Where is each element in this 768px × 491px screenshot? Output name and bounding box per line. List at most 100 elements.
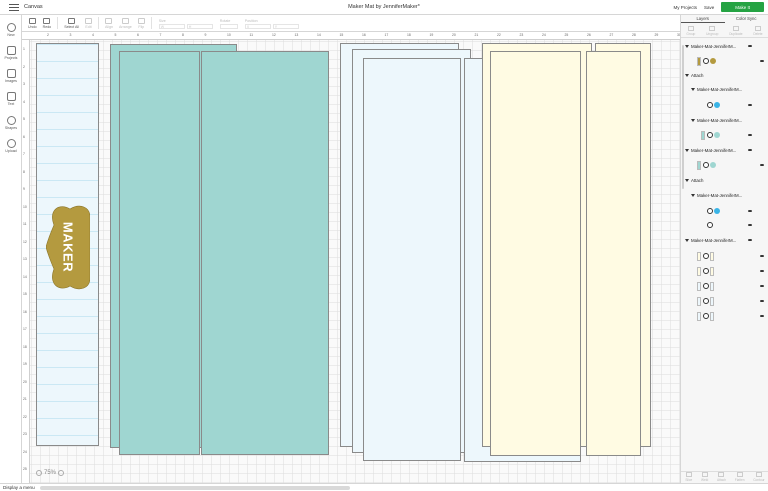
cream-panel-right[interactable] — [586, 51, 641, 456]
delete-button[interactable]: Delete — [753, 26, 763, 36]
arrange-button[interactable]: Arrange — [119, 18, 132, 29]
layer-item[interactable] — [697, 264, 768, 278]
ungroup-button[interactable]: Ungroup — [706, 26, 718, 36]
tab-layers[interactable]: Layers — [681, 15, 725, 23]
collapse-icon[interactable] — [685, 73, 689, 77]
layer-item[interactable] — [697, 249, 768, 263]
layer-group[interactable]: Maker-Mat-JenniferM... — [685, 41, 768, 51]
eye-icon[interactable] — [760, 314, 764, 318]
collapse-icon[interactable] — [685, 148, 689, 152]
horizontal-scrollbar[interactable] — [40, 486, 350, 490]
menu-icon[interactable] — [9, 3, 19, 11]
select-all-button[interactable]: Select All — [64, 18, 79, 29]
flip-button[interactable]: Flip — [137, 18, 145, 29]
sidebar-item-images[interactable]: Images — [0, 69, 22, 83]
zoom-out-icon[interactable] — [36, 470, 42, 476]
layer-item[interactable] — [697, 279, 768, 293]
ruler-tick: 21 — [23, 397, 27, 401]
undo-button[interactable]: Undo — [28, 18, 37, 29]
ruler-tick: 16 — [23, 309, 27, 314]
layer-item[interactable] — [701, 128, 768, 142]
collapse-icon[interactable] — [685, 238, 689, 242]
sidebar-item-new[interactable]: New — [0, 23, 22, 37]
eye-icon[interactable] — [748, 223, 752, 227]
collapse-icon[interactable] — [685, 178, 689, 182]
teal-panel-right[interactable] — [201, 51, 329, 455]
x-input[interactable]: X — [244, 24, 271, 29]
layer-group[interactable]: Maker-Mat-JenniferM... — [691, 190, 768, 200]
layer-group[interactable]: Maker-Mat-JenniferM... — [691, 84, 768, 94]
collapse-icon[interactable] — [691, 118, 695, 122]
my-projects-link[interactable]: My Projects — [673, 5, 697, 10]
ruler-tick: 6 — [137, 33, 139, 37]
layer-group[interactable]: Attach — [685, 175, 768, 185]
eye-icon[interactable] — [760, 299, 764, 303]
sidebar-item-text[interactable]: Text — [0, 92, 22, 106]
collapse-icon[interactable] — [691, 87, 695, 91]
layer-item[interactable] — [697, 294, 768, 308]
ruler-tick: 13 — [294, 33, 299, 37]
save-button[interactable]: Save — [704, 5, 714, 10]
layer-group[interactable]: Maker-Mat-JenniferM... — [685, 235, 768, 245]
operation-icon — [707, 102, 713, 108]
layer-item[interactable] — [697, 158, 768, 172]
weld-button[interactable]: Weld — [701, 472, 708, 482]
ruler-tick: 3 — [69, 33, 72, 37]
zoom-in-icon[interactable] — [58, 470, 65, 476]
layers-scrollbar[interactable] — [682, 45, 684, 189]
eye-icon[interactable] — [748, 238, 752, 242]
edit-button[interactable]: Edit — [84, 18, 92, 29]
flatten-button[interactable]: Flatten — [735, 472, 745, 482]
layer-group[interactable]: Attach — [685, 70, 768, 80]
eye-icon[interactable] — [760, 59, 764, 63]
eye-icon[interactable] — [760, 254, 764, 258]
align-button[interactable]: Align — [105, 18, 113, 29]
redo-button[interactable]: Redo — [43, 18, 51, 29]
layer-item[interactable] — [707, 204, 768, 218]
cream-panel-front[interactable] — [490, 51, 581, 456]
shapes-icon — [6, 116, 16, 125]
slice-icon — [685, 472, 692, 477]
layer-item[interactable] — [707, 218, 768, 232]
document-title: Maker Mat by JenniferMaker* — [348, 4, 420, 10]
layer-item[interactable] — [697, 54, 768, 68]
layer-item[interactable] — [707, 98, 768, 112]
layer-group[interactable]: Maker-Mat-JenniferM... — [691, 115, 768, 125]
make-it-button[interactable]: Make It — [721, 2, 764, 12]
collapse-icon[interactable] — [691, 193, 695, 197]
design-canvas[interactable] — [22, 32, 680, 483]
eye-icon[interactable] — [760, 269, 764, 273]
ruler-tick: 12 — [272, 33, 276, 37]
eye-icon[interactable] — [748, 148, 752, 152]
eye-icon[interactable] — [748, 209, 752, 213]
collapse-icon[interactable] — [685, 44, 689, 48]
ruler-tick: 2 — [23, 64, 25, 69]
ruler-tick: 7 — [159, 33, 162, 37]
eye-icon[interactable] — [760, 284, 764, 288]
layer-group[interactable]: Maker-Mat-JenniferM... — [685, 145, 768, 155]
eye-icon[interactable] — [748, 103, 752, 107]
eye-icon[interactable] — [748, 44, 752, 48]
attach-button[interactable]: Attach — [717, 472, 726, 482]
group-button[interactable]: Group — [686, 26, 695, 36]
eye-icon[interactable] — [760, 163, 764, 167]
tab-color-sync[interactable]: Color Sync — [725, 15, 768, 23]
ruler-tick: 20 — [452, 33, 456, 37]
sidebar-item-projects[interactable]: Projects — [0, 46, 22, 60]
maker-text[interactable]: MAKER — [61, 222, 76, 272]
rotate-input[interactable] — [219, 24, 238, 29]
sidebar-item-shapes[interactable]: Shapes — [0, 116, 22, 130]
contour-button[interactable]: Contour — [753, 472, 765, 482]
layer-item[interactable] — [697, 309, 768, 323]
eye-icon[interactable] — [748, 133, 752, 137]
duplicate-button[interactable]: Duplicate — [729, 26, 743, 36]
height-input[interactable]: H — [186, 24, 213, 29]
sidebar-item-upload[interactable]: Upload — [0, 139, 22, 153]
y-input[interactable]: Y — [272, 24, 299, 29]
redo-icon — [43, 18, 51, 24]
slice-button[interactable]: Slice — [685, 472, 692, 482]
ruler-tick: 19 — [23, 362, 27, 366]
width-input[interactable]: W — [158, 24, 185, 29]
teal-panel-left[interactable] — [119, 51, 200, 455]
blue-panel-front[interactable] — [363, 58, 461, 461]
